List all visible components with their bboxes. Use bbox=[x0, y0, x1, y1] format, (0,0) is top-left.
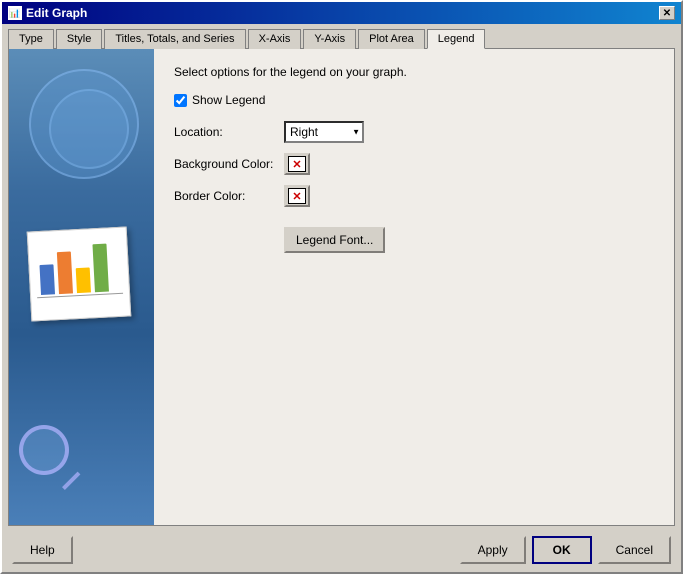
location-row: Location: Right Left Top Bottom bbox=[174, 121, 654, 143]
tab-yaxis[interactable]: Y-Axis bbox=[303, 29, 356, 49]
title-bar-left: 📊 Edit Graph bbox=[8, 6, 87, 20]
location-label: Location: bbox=[174, 125, 284, 139]
location-select-wrapper: Right Left Top Bottom bbox=[284, 121, 364, 143]
show-legend-row: Show Legend bbox=[174, 93, 654, 107]
legend-font-button[interactable]: Legend Font... bbox=[284, 227, 385, 253]
bar-1 bbox=[39, 264, 55, 295]
magnifier-icon bbox=[19, 425, 89, 495]
tab-type[interactable]: Type bbox=[8, 29, 54, 49]
show-legend-label: Show Legend bbox=[192, 93, 265, 107]
close-button[interactable]: ✕ bbox=[659, 6, 675, 20]
bg-color-swatch: ✕ bbox=[288, 156, 306, 172]
legend-font-row: Legend Font... bbox=[284, 223, 654, 253]
magnifier-glass bbox=[19, 425, 69, 475]
left-panel bbox=[9, 49, 154, 525]
bg-color-label: Background Color: bbox=[174, 157, 284, 171]
border-color-label: Border Color: bbox=[174, 189, 284, 203]
bar-4 bbox=[92, 244, 108, 293]
tab-legend[interactable]: Legend bbox=[427, 29, 486, 49]
help-button[interactable]: Help bbox=[12, 536, 73, 564]
tab-xaxis[interactable]: X-Axis bbox=[248, 29, 302, 49]
bottom-bar: Help Apply OK Cancel bbox=[2, 528, 681, 572]
bg-color-x-icon: ✕ bbox=[292, 158, 301, 171]
show-legend-checkbox[interactable] bbox=[174, 94, 187, 107]
right-panel: Select options for the legend on your gr… bbox=[154, 49, 674, 525]
window-title: Edit Graph bbox=[26, 6, 87, 20]
tab-style[interactable]: Style bbox=[56, 29, 102, 49]
ok-button[interactable]: OK bbox=[532, 536, 592, 564]
tabs-bar: Type Style Titles, Totals, and Series X-… bbox=[2, 24, 681, 48]
chart-bars bbox=[34, 236, 123, 295]
title-bar: 📊 Edit Graph ✕ bbox=[2, 2, 681, 24]
border-color-x-icon: ✕ bbox=[292, 190, 301, 203]
chart-icon bbox=[27, 226, 132, 321]
bar-3 bbox=[76, 267, 91, 293]
magnifier-handle bbox=[62, 472, 80, 490]
border-color-row: Border Color: ✕ bbox=[174, 185, 654, 207]
bar-2 bbox=[57, 251, 73, 294]
apply-button[interactable]: Apply bbox=[460, 536, 526, 564]
location-select[interactable]: Right Left Top Bottom bbox=[284, 121, 364, 143]
border-color-button[interactable]: ✕ bbox=[284, 185, 310, 207]
window-icon: 📊 bbox=[8, 6, 22, 20]
border-color-swatch: ✕ bbox=[288, 188, 306, 204]
content-area: Select options for the legend on your gr… bbox=[8, 48, 675, 526]
bottom-right-buttons: Apply OK Cancel bbox=[460, 536, 671, 564]
edit-graph-window: 📊 Edit Graph ✕ Type Style Titles, Totals… bbox=[0, 0, 683, 574]
description-text: Select options for the legend on your gr… bbox=[174, 65, 654, 79]
decorative-circle-2 bbox=[49, 89, 129, 169]
bg-color-row: Background Color: ✕ bbox=[174, 153, 654, 175]
tab-titles[interactable]: Titles, Totals, and Series bbox=[104, 29, 245, 49]
cancel-button[interactable]: Cancel bbox=[598, 536, 671, 564]
tab-plotarea[interactable]: Plot Area bbox=[358, 29, 425, 49]
bg-color-button[interactable]: ✕ bbox=[284, 153, 310, 175]
